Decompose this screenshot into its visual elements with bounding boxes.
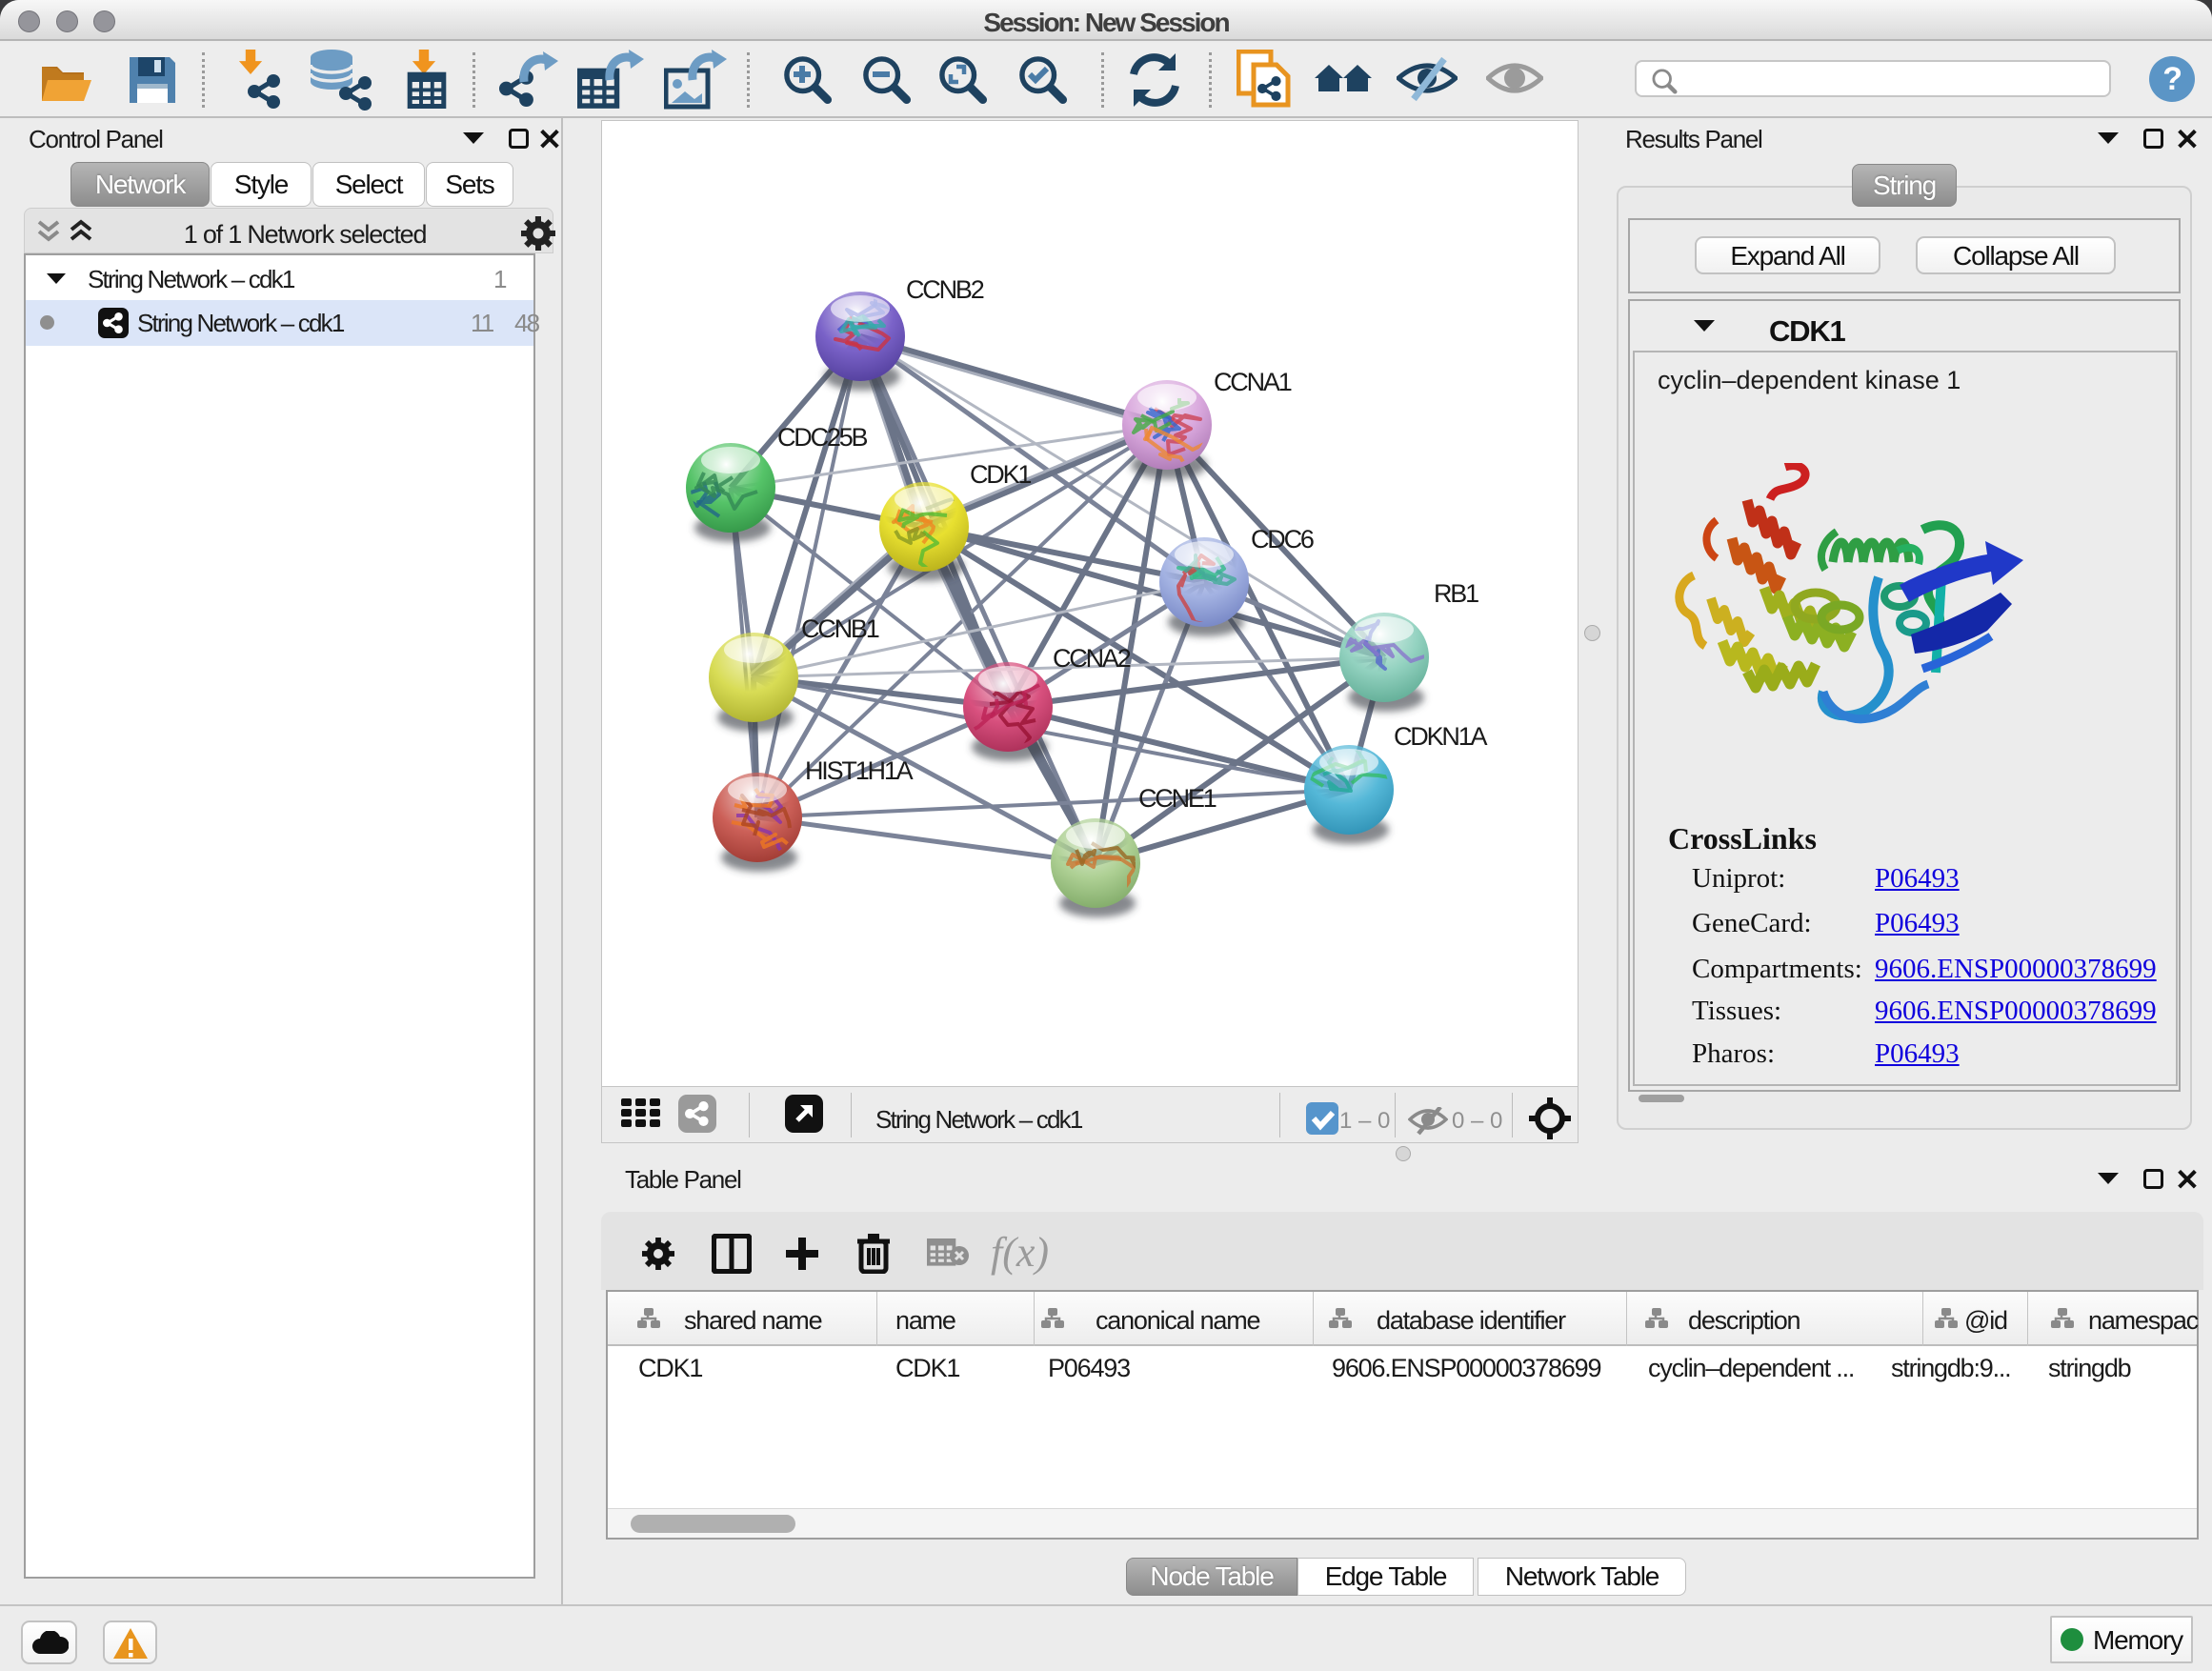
- svg-text:CDKN1A: CDKN1A: [1394, 722, 1488, 751]
- svg-text:CCNA1: CCNA1: [1214, 368, 1292, 396]
- svg-text:?: ?: [2162, 61, 2182, 97]
- svg-text:CCNE1: CCNE1: [1138, 784, 1217, 813]
- svg-text:CCNA2: CCNA2: [1053, 644, 1131, 673]
- svg-text:CDC6: CDC6: [1251, 525, 1314, 554]
- svg-text:HIST1H1A: HIST1H1A: [805, 756, 914, 785]
- svg-text:CDC25B: CDC25B: [777, 423, 868, 452]
- svg-text:CDK1: CDK1: [970, 460, 1031, 489]
- svg-text:CCNB2: CCNB2: [906, 275, 984, 304]
- svg-text:RB1: RB1: [1434, 579, 1478, 608]
- svg-text:CCNB1: CCNB1: [801, 614, 879, 643]
